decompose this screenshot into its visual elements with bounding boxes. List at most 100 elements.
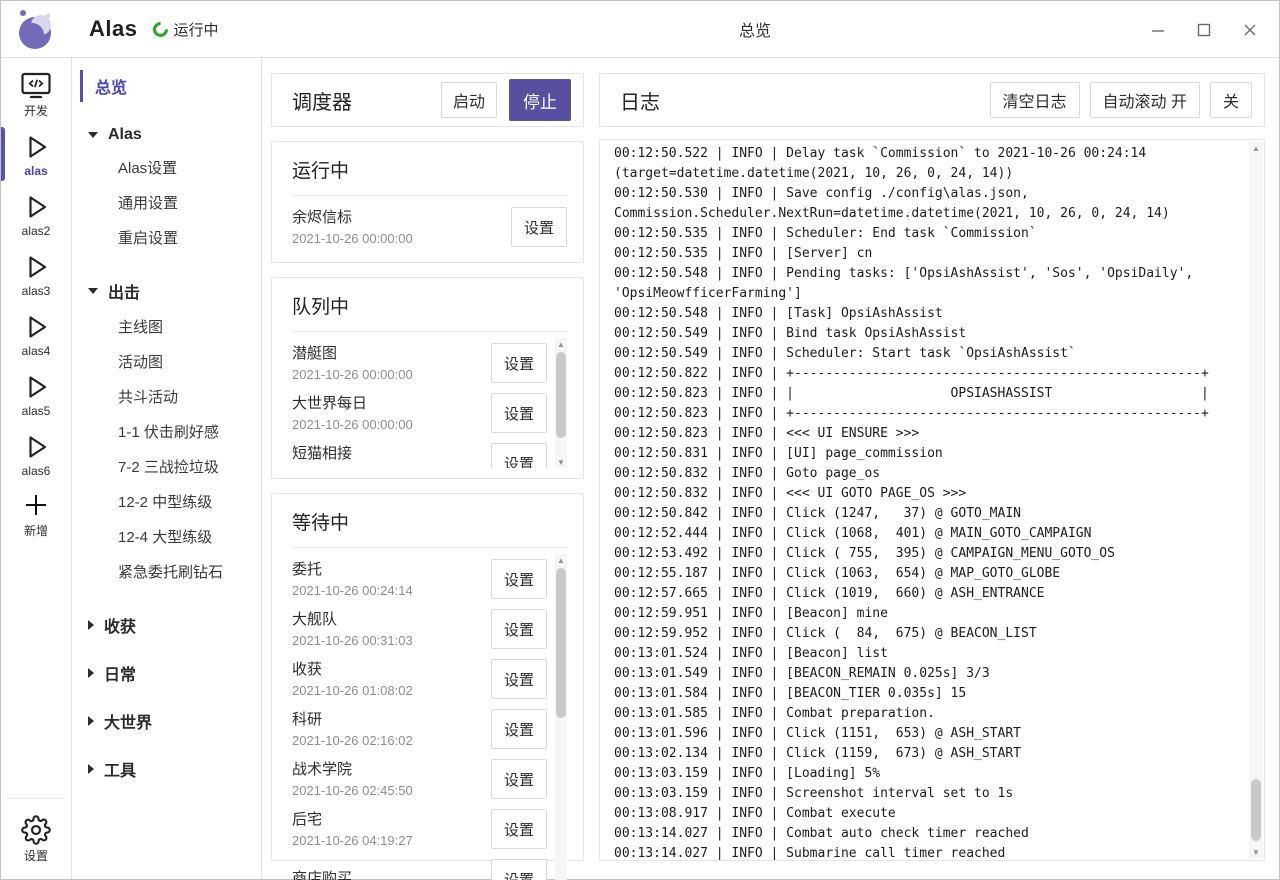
menu-sub-item[interactable]: 紧急委托刷钻石 xyxy=(72,554,261,589)
menu-group-4[interactable]: 大世界 xyxy=(88,709,261,733)
log-scrollbar[interactable]: ▲ ▼ xyxy=(1249,141,1263,859)
close-button[interactable] xyxy=(1227,1,1273,58)
rail-item-add[interactable]: 新增 xyxy=(1,484,71,544)
autoscroll-off-button[interactable]: 关 xyxy=(1210,82,1252,118)
pending-card: 队列中 潜艇图2021-10-26 00:00:00设置大世界每日2021-10… xyxy=(271,277,584,479)
log-line: 00:13:01.584 | INFO | [BEACON_TIER 0.035… xyxy=(614,684,1238,704)
menu-sub-item[interactable]: 12-2 中型练级 xyxy=(72,484,261,519)
task-name: 大世界每日 xyxy=(292,393,491,414)
minimize-button[interactable] xyxy=(1135,1,1181,58)
rail-item-alas3[interactable]: alas3 xyxy=(1,244,71,304)
menu-group-0[interactable]: Alas xyxy=(88,126,261,144)
waiting-task-list: 委托2021-10-26 00:24:14设置大舰队2021-10-26 00:… xyxy=(292,554,547,880)
rail-item-alas5[interactable]: alas5 xyxy=(1,364,71,424)
autoscroll-on-button[interactable]: 自动滚动 开 xyxy=(1090,82,1200,118)
log-line: 00:13:14.027 | INFO | Combat auto check … xyxy=(614,824,1238,844)
waiting-scrollbar[interactable]: ▲ ▼ xyxy=(555,554,567,880)
scrollbar-thumb[interactable] xyxy=(1251,779,1261,841)
menu-sub-item[interactable]: 12-4 大型练级 xyxy=(72,519,261,554)
scroll-up-icon[interactable]: ▲ xyxy=(1249,141,1263,155)
task-name: 余烬信标 xyxy=(292,207,511,228)
clear-log-button[interactable]: 清空日志 xyxy=(990,82,1080,118)
task-setting-button[interactable]: 设置 xyxy=(491,393,547,433)
log-output: 00:12:50.522 | INFO | Delay task `Commis… xyxy=(599,139,1265,861)
rail-item-alas2[interactable]: alas2 xyxy=(1,184,71,244)
menu-group-3[interactable]: 日常 xyxy=(88,661,261,685)
scrollbar-thumb[interactable] xyxy=(556,352,566,438)
play-icon xyxy=(21,371,51,403)
task-setting-button[interactable]: 设置 xyxy=(491,559,547,599)
scroll-down-icon[interactable]: ▼ xyxy=(555,456,567,468)
start-button[interactable]: 启动 xyxy=(441,82,497,118)
rail-item-label: 设置 xyxy=(24,847,48,864)
task-info: 潜艇图2021-10-26 00:00:00 xyxy=(292,343,491,384)
code-icon xyxy=(21,69,51,101)
task-setting-button[interactable]: 设置 xyxy=(491,443,547,468)
maximize-button[interactable] xyxy=(1181,1,1227,58)
log-line: 00:13:03.159 | INFO | Screenshot interva… xyxy=(614,784,1238,804)
task-row: 短猫相接2021-10-26 00:00:00设置 xyxy=(292,438,547,468)
rail-item-label: alas4 xyxy=(22,344,51,358)
menu-sub-item[interactable]: 活动图 xyxy=(72,344,261,379)
task-setting-button[interactable]: 设置 xyxy=(491,759,547,799)
menu-sub-item[interactable]: Alas设置 xyxy=(72,150,261,185)
pending-scrollbar[interactable]: ▲ ▼ xyxy=(555,338,567,468)
scroll-up-icon[interactable]: ▲ xyxy=(555,554,567,566)
task-setting-button[interactable]: 设置 xyxy=(491,809,547,849)
scrollbar-thumb[interactable] xyxy=(556,568,566,718)
stop-button[interactable]: 停止 xyxy=(509,79,571,121)
task-setting-button[interactable]: 设置 xyxy=(491,609,547,649)
task-setting-button[interactable]: 设置 xyxy=(491,859,547,880)
menu-sub-item[interactable]: 通用设置 xyxy=(72,185,261,220)
task-row: 潜艇图2021-10-26 00:00:00设置 xyxy=(292,338,547,388)
log-line: 00:12:50.823 | INFO | <<< UI ENSURE >>> xyxy=(614,424,1238,444)
menu-group-label: 大世界 xyxy=(104,709,152,733)
task-setting-button[interactable]: 设置 xyxy=(491,343,547,383)
app-body: 开发alasalas2alas3alas4alas5alas6新增 设置 总览 … xyxy=(1,58,1279,879)
log-line: 00:12:50.530 | INFO | Save config ./conf… xyxy=(614,184,1238,204)
menu-item-overview[interactable]: 总览 xyxy=(80,70,261,102)
menu-sub-item[interactable]: 重启设置 xyxy=(72,220,261,255)
task-name: 商店购买 xyxy=(292,868,491,880)
waiting-title: 等待中 xyxy=(292,508,567,548)
menu-group-label: 出击 xyxy=(108,279,140,303)
chevron-right-icon xyxy=(88,716,94,726)
log-line: 00:12:50.549 | INFO | Bind task OpsiAshA… xyxy=(614,324,1238,344)
menu-sub-item[interactable]: 7-2 三战捡垃圾 xyxy=(72,449,261,484)
menu-sub-item[interactable]: 1-1 伏击刷好感 xyxy=(72,414,261,449)
menu-group-label: 工具 xyxy=(104,757,136,781)
task-name: 潜艇图 xyxy=(292,343,491,364)
task-setting-button[interactable]: 设置 xyxy=(511,207,567,247)
task-setting-button[interactable]: 设置 xyxy=(491,709,547,749)
scroll-down-icon[interactable]: ▼ xyxy=(1249,845,1263,859)
window-controls xyxy=(1135,1,1273,58)
log-line: 00:12:50.832 | INFO | <<< UI GOTO PAGE_O… xyxy=(614,484,1238,504)
menu-group-5[interactable]: 工具 xyxy=(88,757,261,781)
nav-rail: 开发alasalas2alas3 alas4 alas5alas6新增 设置 xyxy=(1,58,72,879)
rail-item-dev[interactable]: 开发 xyxy=(1,64,71,124)
rail-item-alas4[interactable]: alas4 xyxy=(1,304,71,364)
task-setting-button[interactable]: 设置 xyxy=(491,659,547,699)
waiting-area: 委托2021-10-26 00:24:14设置大舰队2021-10-26 00:… xyxy=(292,554,567,850)
task-time: 2021-10-26 01:08:02 xyxy=(292,682,491,700)
app-window: Alas 运行中 总览 开发alasalas2alas3 alas4 alas5al… xyxy=(0,0,1280,880)
scroll-up-icon[interactable]: ▲ xyxy=(555,338,567,350)
running-title: 运行中 xyxy=(292,156,567,196)
app-name: Alas xyxy=(89,16,137,42)
rail-item-alas6[interactable]: alas6 xyxy=(1,424,71,484)
task-name: 战术学院 xyxy=(292,759,491,780)
menu-group-1[interactable]: 出击 xyxy=(88,279,261,303)
menu-group-2[interactable]: 收获 xyxy=(88,613,261,637)
menu-sub-item[interactable]: 主线图 xyxy=(72,309,261,344)
task-row: 商店购买设置 xyxy=(292,854,547,880)
running-card: 运行中 余烬信标2021-10-26 00:00:00设置 xyxy=(271,141,584,263)
nav-rail-items: 开发alasalas2alas3 alas4 alas5alas6新增 xyxy=(1,64,71,544)
log-line: 00:13:08.917 | INFO | Combat execute xyxy=(614,804,1238,824)
menu-sub-item[interactable]: 共斗活动 xyxy=(72,379,261,414)
rail-item-settings[interactable]: 设置 xyxy=(7,807,65,871)
chevron-right-icon xyxy=(88,620,94,630)
log-header-card: 日志 清空日志 自动滚动 开 关 xyxy=(599,73,1265,127)
log-line: 00:12:50.535 | INFO | Scheduler: End tas… xyxy=(614,224,1238,244)
task-time: 2021-10-26 00:00:00 xyxy=(292,416,491,434)
rail-item-alas[interactable]: alas xyxy=(1,124,71,184)
